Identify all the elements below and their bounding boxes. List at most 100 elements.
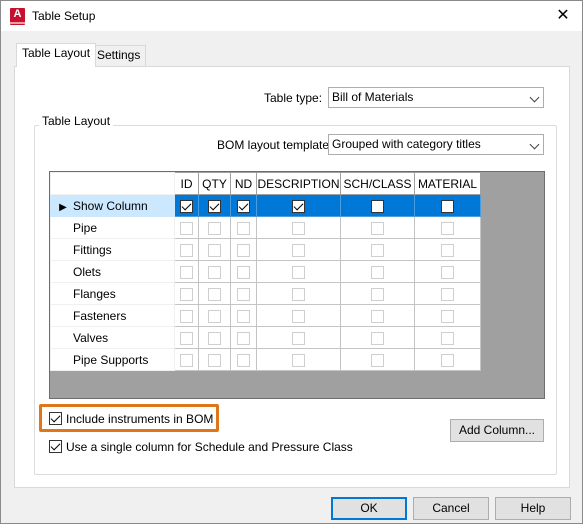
cell-checkbox xyxy=(237,265,250,279)
tab-table-layout[interactable]: Table Layout xyxy=(16,43,97,67)
cell-checkbox xyxy=(371,353,384,367)
groupbox-title: Table Layout xyxy=(39,114,114,128)
grid-cell xyxy=(414,304,481,327)
row-header[interactable]: Fasteners xyxy=(50,304,175,327)
grid-cell xyxy=(256,326,341,349)
grid-row[interactable]: Pipe Supports xyxy=(50,348,481,371)
row-header[interactable]: Valves xyxy=(50,326,175,349)
row-label: Pipe xyxy=(73,220,98,235)
cell-checkbox xyxy=(180,331,193,345)
grid-row[interactable]: Fasteners xyxy=(50,304,481,327)
grid-row[interactable]: Valves xyxy=(50,326,481,349)
grid-cell[interactable] xyxy=(198,194,231,217)
include-instruments-checkbox[interactable] xyxy=(49,412,62,425)
grid-row[interactable]: ▶ Show Column xyxy=(50,194,481,217)
bom-columns-grid[interactable]: ID QTY ND DESCRIPTION SCH/CLASS MATERIAL… xyxy=(49,171,545,399)
cell-checkbox[interactable] xyxy=(292,199,305,213)
bom-template-dropdown[interactable]: Grouped with category titles xyxy=(328,134,544,155)
table-type-dropdown[interactable]: Bill of Materials xyxy=(328,87,544,108)
grid-cell xyxy=(256,304,341,327)
grid-row[interactable]: Pipe xyxy=(50,216,481,239)
grid-cell xyxy=(256,348,341,371)
row-label: Valves xyxy=(73,330,109,345)
grid-cell xyxy=(174,238,199,261)
grid-cell xyxy=(414,260,481,283)
grid-cell xyxy=(230,216,257,239)
grid-row[interactable]: Fittings xyxy=(50,238,481,261)
cell-checkbox[interactable] xyxy=(208,199,221,213)
row-header[interactable]: Fittings xyxy=(50,238,175,261)
add-column-button[interactable]: Add Column... xyxy=(450,419,544,442)
table-type-label: Table type: xyxy=(264,91,323,105)
grid-cell xyxy=(198,348,231,371)
column-header[interactable]: SCH/CLASS xyxy=(340,172,415,195)
cell-checkbox xyxy=(208,243,221,257)
row-header[interactable]: Olets xyxy=(50,260,175,283)
grid-cell xyxy=(198,282,231,305)
cell-checkbox[interactable] xyxy=(237,199,250,213)
cell-checkbox xyxy=(237,243,250,257)
grid-cell[interactable] xyxy=(230,194,257,217)
row-header[interactable]: ▶ Show Column xyxy=(50,194,175,217)
grid-cell[interactable] xyxy=(414,194,481,217)
grid-cell[interactable] xyxy=(256,194,341,217)
close-icon[interactable]: ✕ xyxy=(553,6,573,26)
row-header[interactable]: Pipe xyxy=(50,216,175,239)
chevron-down-icon xyxy=(529,139,540,150)
table-type-value: Bill of Materials xyxy=(332,90,414,104)
cell-checkbox xyxy=(441,353,454,367)
column-header[interactable]: ID xyxy=(174,172,199,195)
cell-checkbox xyxy=(292,265,305,279)
cell-checkbox[interactable] xyxy=(371,199,384,213)
grid-cell xyxy=(340,348,415,371)
cell-checkbox xyxy=(292,287,305,301)
grid-cell xyxy=(230,348,257,371)
row-header[interactable]: Flanges xyxy=(50,282,175,305)
cell-checkbox xyxy=(180,221,193,235)
grid-row[interactable]: Olets xyxy=(50,260,481,283)
cell-checkbox xyxy=(237,353,250,367)
bom-template-label: BOM layout template: xyxy=(217,138,333,152)
cell-checkbox xyxy=(208,309,221,323)
grid-cell xyxy=(414,216,481,239)
ok-button[interactable]: OK xyxy=(331,497,407,520)
cell-checkbox xyxy=(441,265,454,279)
title-bar: A Table Setup ✕ xyxy=(1,1,582,31)
grid-cell[interactable] xyxy=(174,194,199,217)
grid-row[interactable]: Flanges xyxy=(50,282,481,305)
row-label: Flanges xyxy=(73,286,116,301)
row-pointer-icon: ▶ xyxy=(59,201,67,213)
single-column-checkbox[interactable] xyxy=(49,440,62,453)
column-header[interactable]: DESCRIPTION xyxy=(256,172,341,195)
column-header[interactable]: ND xyxy=(230,172,257,195)
grid-cell xyxy=(174,282,199,305)
include-instruments-option[interactable]: Include instruments in BOM xyxy=(49,412,213,426)
include-instruments-label: Include instruments in BOM xyxy=(66,412,214,426)
column-header[interactable]: MATERIAL xyxy=(414,172,481,195)
cell-checkbox xyxy=(180,309,193,323)
single-column-label: Use a single column for Schedule and Pre… xyxy=(66,440,353,454)
cell-checkbox xyxy=(292,309,305,323)
grid-cell xyxy=(340,282,415,305)
help-button[interactable]: Help xyxy=(495,497,571,520)
row-header[interactable]: Pipe Supports xyxy=(50,348,175,371)
grid-cell xyxy=(256,238,341,261)
autocad-app-icon: A xyxy=(10,8,25,25)
single-column-option[interactable]: Use a single column for Schedule and Pre… xyxy=(49,440,353,454)
cancel-button[interactable]: Cancel xyxy=(413,497,489,520)
cell-checkbox[interactable] xyxy=(180,199,193,213)
cell-checkbox xyxy=(180,287,193,301)
grid-cell xyxy=(414,348,481,371)
column-header[interactable]: QTY xyxy=(198,172,231,195)
grid-corner xyxy=(50,172,175,195)
cell-checkbox xyxy=(292,221,305,235)
cell-checkbox xyxy=(237,309,250,323)
cell-checkbox xyxy=(180,353,193,367)
grid-cell xyxy=(340,260,415,283)
cell-checkbox xyxy=(441,309,454,323)
grid-cell[interactable] xyxy=(340,194,415,217)
cell-checkbox xyxy=(180,265,193,279)
cell-checkbox[interactable] xyxy=(441,199,454,213)
cell-checkbox xyxy=(441,243,454,257)
tab-settings[interactable]: Settings xyxy=(91,45,147,66)
